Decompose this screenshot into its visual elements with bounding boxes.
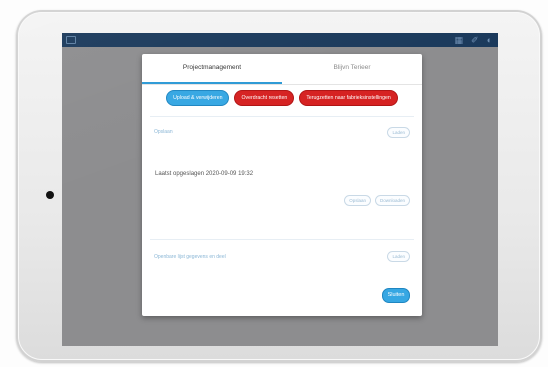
project-dialog: Projectmanagement Blijvn Terieer Upload … bbox=[142, 54, 422, 316]
close-button[interactable]: Sluiten bbox=[382, 288, 410, 303]
save-button[interactable]: Opslaan bbox=[344, 195, 371, 206]
front-camera bbox=[46, 191, 54, 199]
photo-scene: ▦ ✐ ◐ Projectmanagement Blijvn Terieer U… bbox=[0, 0, 548, 367]
status-icons: ▦ ✐ ◐ bbox=[455, 35, 493, 45]
upload-button[interactable]: Upload & verwijderen bbox=[166, 90, 230, 106]
last-saved-text: Laatst opgeslagen 2020-09-09 19:32 bbox=[155, 171, 254, 177]
download-button[interactable]: Downloaden bbox=[374, 195, 410, 206]
edit-icon[interactable]: ✐ bbox=[471, 35, 479, 45]
action-buttons: Upload & verwijderen Overdracht resetten… bbox=[142, 90, 422, 106]
section-save-label: Opslaan bbox=[154, 129, 173, 135]
tab-projectmanagement[interactable]: Projectmanagement bbox=[142, 54, 282, 84]
sync-icon[interactable]: ◐ bbox=[487, 35, 492, 45]
section-public-label: Openbare lijst gegevens en deel bbox=[154, 254, 226, 260]
load-public-button[interactable]: Laden bbox=[387, 251, 410, 262]
load-button[interactable]: Laden bbox=[387, 127, 410, 138]
factory-reset-button[interactable]: Terugzetten naar fabrieksinstellingen bbox=[299, 90, 398, 106]
grid-icon[interactable]: ▦ bbox=[455, 35, 464, 45]
reset-transfer-button[interactable]: Overdracht resetten bbox=[234, 90, 295, 106]
status-bar: ▦ ✐ ◐ bbox=[62, 33, 498, 47]
tablet-screen: ▦ ✐ ◐ Projectmanagement Blijvn Terieer U… bbox=[62, 33, 498, 346]
divider bbox=[150, 116, 414, 117]
dialog-tabs: Projectmanagement Blijvn Terieer bbox=[142, 54, 422, 85]
divider bbox=[150, 239, 414, 240]
tab-second[interactable]: Blijvn Terieer bbox=[282, 54, 422, 84]
menu-icon[interactable] bbox=[66, 36, 76, 44]
